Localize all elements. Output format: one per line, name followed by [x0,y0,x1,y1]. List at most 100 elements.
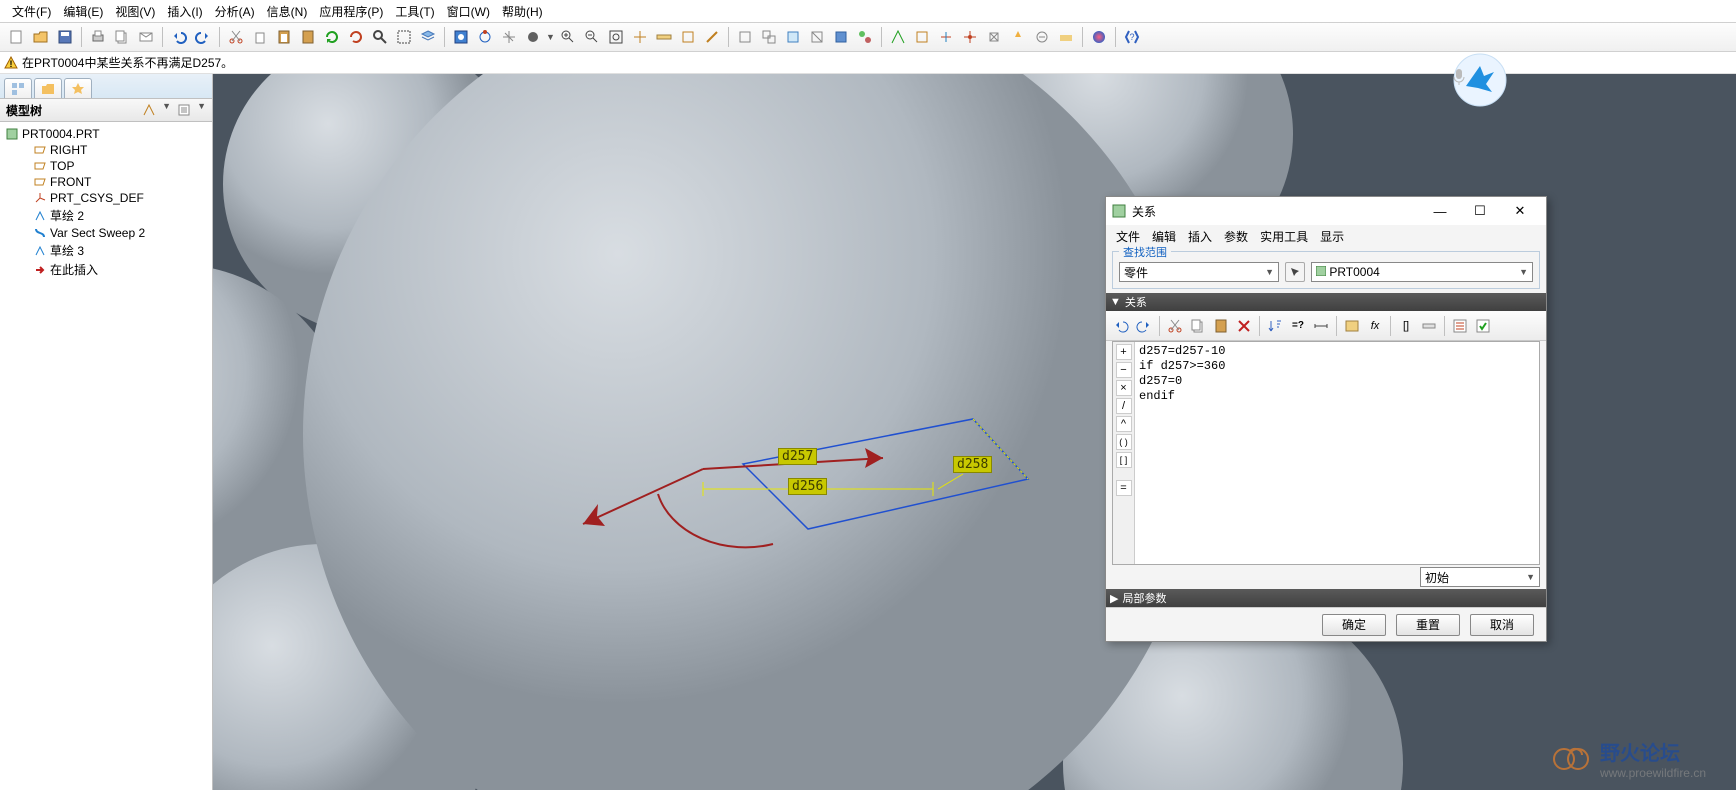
tree-item-sweep[interactable]: Var Sect Sweep 2 [2,225,210,241]
datum-disp3-icon[interactable] [935,26,957,48]
dlg-menu-insert[interactable]: 插入 [1188,228,1212,245]
menu-info[interactable]: 信息(N) [263,1,312,22]
cancel-button[interactable]: 取消 [1470,614,1534,636]
orient-icon[interactable] [498,26,520,48]
menu-view[interactable]: 视图(V) [111,1,159,22]
tree-item-insert[interactable]: 在此插入 [2,260,210,279]
op-div[interactable]: / [1116,398,1132,414]
layers-icon[interactable] [417,26,439,48]
view5-icon[interactable] [830,26,852,48]
appearance-icon[interactable] [1088,26,1110,48]
view3-icon[interactable] [782,26,804,48]
measure-icon[interactable] [653,26,675,48]
mail-icon[interactable] [135,26,157,48]
op-mult[interactable]: × [1116,380,1132,396]
view-mgr-icon[interactable] [854,26,876,48]
view4-icon[interactable] [806,26,828,48]
dim-d258[interactable]: d258 [953,456,992,473]
rel-cut-icon[interactable] [1164,315,1186,337]
datum-plane-icon[interactable] [677,26,699,48]
datum-disp1-icon[interactable] [887,26,909,48]
mic-icon[interactable] [1452,68,1466,86]
paste-icon[interactable] [273,26,295,48]
tree-item-right[interactable]: RIGHT [2,142,210,158]
rel-eval-icon[interactable]: =? [1287,315,1309,337]
scope-object-combo[interactable]: PRT0004▼ [1311,262,1533,282]
new-icon[interactable] [6,26,28,48]
view1-icon[interactable] [734,26,756,48]
menu-help[interactable]: 帮助(H) [498,1,547,22]
scope-type-combo[interactable]: 零件▼ [1119,262,1279,282]
print-icon[interactable] [87,26,109,48]
tree-item-sketch3[interactable]: 草绘 3 [2,241,210,260]
tree-settings-icon[interactable] [140,101,158,119]
repaint-icon[interactable] [450,26,472,48]
datum-disp7-icon[interactable] [1031,26,1053,48]
tree-root[interactable]: PRT0004.PRT [2,126,210,142]
datum-disp6-icon[interactable] [1007,26,1029,48]
op-paren[interactable]: ( ) [1116,434,1132,450]
copy-icon[interactable] [111,26,133,48]
copy2-icon[interactable] [249,26,271,48]
select-icon[interactable] [393,26,415,48]
reset-button[interactable]: 重置 [1396,614,1460,636]
dim-d257[interactable]: d257 [778,448,817,465]
view2-icon[interactable] [758,26,780,48]
zoom-out-icon[interactable] [581,26,603,48]
dlg-menu-file[interactable]: 文件 [1116,228,1140,245]
tab-model-tree[interactable] [4,78,32,98]
datum-disp2-icon[interactable] [911,26,933,48]
op-pow[interactable]: ^ [1116,416,1132,432]
tree-item-sketch2[interactable]: 草绘 2 [2,206,210,225]
paste-special-icon[interactable] [297,26,319,48]
rel-units-icon[interactable] [1418,315,1440,337]
rel-paste-icon[interactable] [1210,315,1232,337]
dim-d256[interactable]: d256 [788,478,827,495]
pick-icon[interactable] [1285,262,1305,282]
local-params-section[interactable]: ▶局部参数 [1106,589,1546,607]
cut-icon[interactable] [225,26,247,48]
dialog-titlebar[interactable]: 关系 — ☐ ✕ [1106,197,1546,225]
menu-analysis[interactable]: 分析(A) [211,1,259,22]
shade-icon[interactable] [522,26,544,48]
rel-brackets-icon[interactable]: [] [1395,315,1417,337]
regen-icon[interactable] [321,26,343,48]
menu-edit[interactable]: 编辑(E) [59,1,107,22]
rel-verify-icon[interactable] [1449,315,1471,337]
regen2-icon[interactable] [345,26,367,48]
datum-axis-icon[interactable] [701,26,723,48]
menu-insert[interactable]: 插入(I) [163,1,206,22]
rel-copy-icon[interactable] [1187,315,1209,337]
op-plus[interactable]: + [1116,344,1132,360]
tree-item-csys[interactable]: PRT_CSYS_DEF [2,190,210,206]
rel-provide-icon[interactable] [1341,315,1363,337]
menu-tools[interactable]: 工具(T) [391,1,438,22]
dlg-menu-params[interactable]: 参数 [1224,228,1248,245]
rel-sort-icon[interactable] [1264,315,1286,337]
rel-dim-icon[interactable] [1310,315,1332,337]
initial-combo[interactable]: 初始▼ [1420,567,1540,587]
op-minus[interactable]: − [1116,362,1132,378]
op-bracket[interactable]: [ ] [1116,452,1132,468]
close-button[interactable]: ✕ [1500,199,1540,223]
datum-disp5-icon[interactable] [983,26,1005,48]
menu-app[interactable]: 应用程序(P) [315,1,387,22]
zoom-in-icon[interactable] [557,26,579,48]
find-icon[interactable] [369,26,391,48]
menu-file[interactable]: 文件(F) [8,1,55,22]
annot-icon[interactable] [1055,26,1077,48]
open-icon[interactable] [30,26,52,48]
menu-window[interactable]: 窗口(W) [443,1,494,22]
dlg-menu-util[interactable]: 实用工具 [1260,228,1308,245]
rel-redo-icon[interactable] [1133,315,1155,337]
relations-textarea[interactable]: d257=d257-10 if d257>=360 d257=0 endif [1135,342,1539,564]
tree-item-front[interactable]: FRONT [2,174,210,190]
spin-icon[interactable] [474,26,496,48]
datum-disp4-icon[interactable] [959,26,981,48]
zoom-fit-icon[interactable] [605,26,627,48]
rel-execute-icon[interactable] [1472,315,1494,337]
undo-icon[interactable] [168,26,190,48]
help-icon[interactable]: ? [1121,26,1143,48]
minimize-button[interactable]: — [1420,199,1460,223]
redo-icon[interactable] [192,26,214,48]
